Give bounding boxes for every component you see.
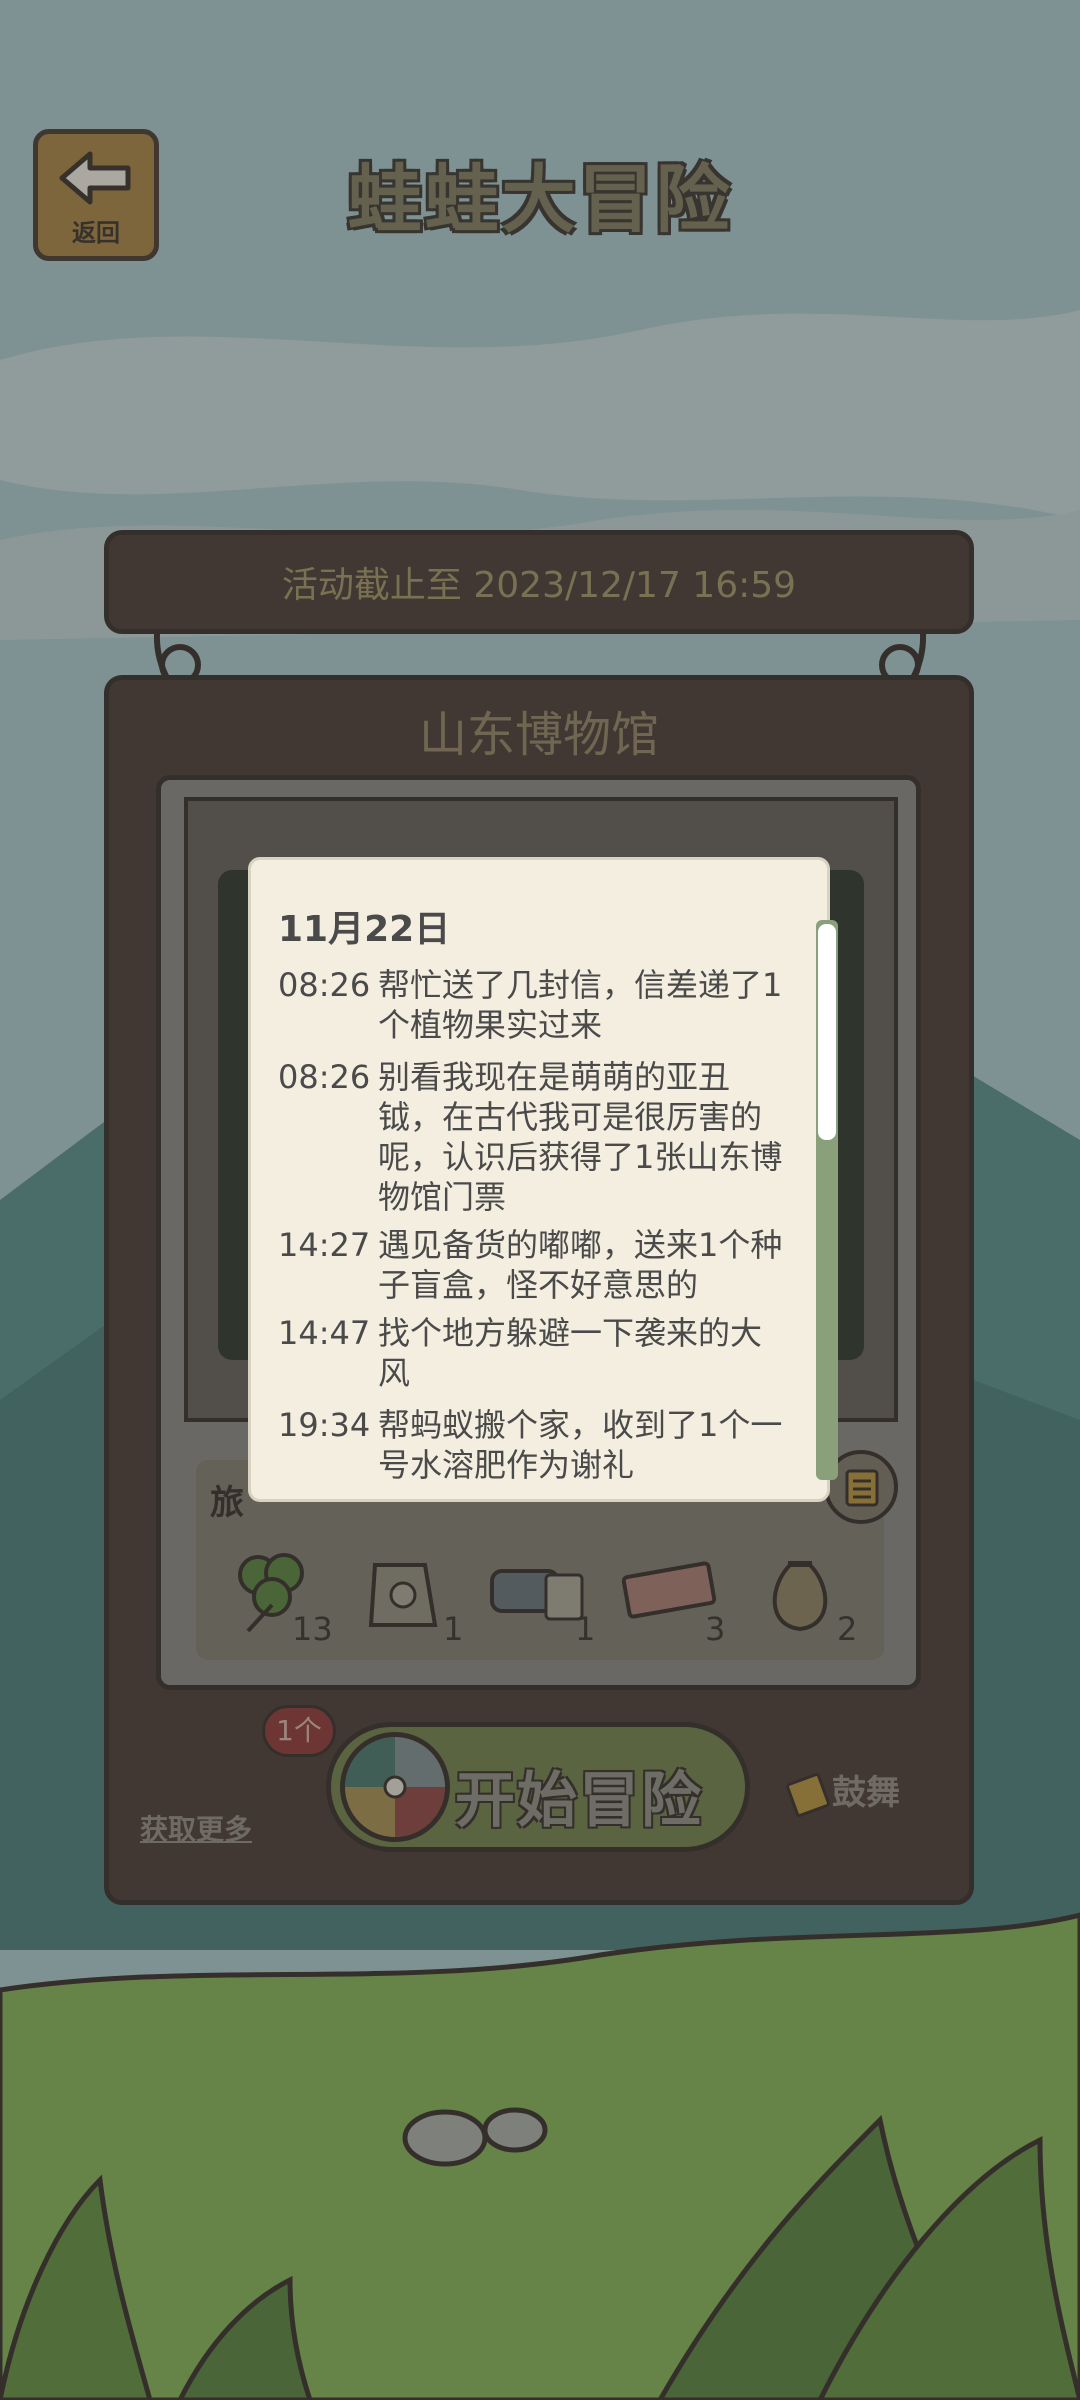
items-panel-header: 旅	[210, 1483, 244, 1523]
item-count: 3	[705, 1610, 726, 1648]
entry-text: 帮忙送了几封信，信差递了1个植物果实过来	[378, 966, 783, 1044]
spin-wheel-icon	[340, 1732, 450, 1842]
location-title: 山东博物馆	[418, 707, 659, 763]
deadline-text: 活动截止至 2023/12/17 16:59	[281, 565, 797, 606]
entry-time: 08:26	[278, 966, 371, 1004]
ticket-count-badge: 1个	[262, 1705, 336, 1757]
journal-date: 11月22日	[278, 909, 451, 950]
item-count: 1	[575, 1610, 596, 1648]
sack-icon	[772, 1561, 828, 1632]
entry-time: 14:47	[278, 1314, 371, 1352]
journal-scroll-thumb[interactable]	[818, 924, 836, 1140]
page-title: 蛙蛙大冒险	[347, 157, 733, 243]
arrow-left-icon	[59, 151, 131, 205]
entry-time: 08:26	[278, 1058, 371, 1096]
item-count: 2	[837, 1610, 858, 1648]
lantern-icon	[490, 1569, 584, 1621]
back-button[interactable]: 返回	[33, 129, 159, 261]
journal-entry: 08:26 帮忙送了几封信，信差递了1个植物果实过来	[278, 965, 788, 1045]
entry-text: 找个地方躲避一下袭来的大风	[378, 1314, 763, 1392]
back-label: 返回	[72, 219, 120, 247]
get-more-link[interactable]: 获取更多	[140, 1808, 252, 1848]
journal-entry: 19:34 帮蚂蚁搬个家，收到了1个一号水溶肥作为谢礼	[278, 1405, 788, 1485]
megaphone-icon	[784, 1771, 832, 1818]
entry-text: 别看我现在是萌萌的亚丑钺，在古代我可是很厉害的呢，认识后获得了1张山东博物馆门票	[378, 1058, 783, 1216]
entry-text: 帮蚂蚁搬个家，收到了1个一号水溶肥作为谢礼	[378, 1406, 783, 1484]
item-count: 1	[443, 1610, 464, 1648]
journal-entry: 08:26 别看我现在是萌萌的亚丑钺，在古代我可是很厉害的呢，认识后获得了1张山…	[278, 1057, 788, 1217]
entry-text: 遇见备货的嘟嘟，送来1个种子盲盒，怪不好意思的	[378, 1226, 783, 1304]
item-count: 13	[292, 1610, 333, 1648]
cheer-label: 鼓舞	[832, 1773, 900, 1813]
start-adventure-label: 开始冒险	[455, 1766, 703, 1836]
bag-icon	[368, 1563, 438, 1627]
book-icon	[845, 1469, 879, 1507]
journal-entry: 14:47 找个地方躲避一下袭来的大风	[278, 1313, 788, 1393]
entry-time: 19:34	[278, 1406, 371, 1444]
cheer-button[interactable]: 鼓舞	[784, 1765, 900, 1818]
entry-time: 14:27	[278, 1226, 371, 1264]
journal-entry: 14:27 遇见备货的嘟嘟，送来1个种子盲盒，怪不好意思的	[278, 1225, 788, 1305]
